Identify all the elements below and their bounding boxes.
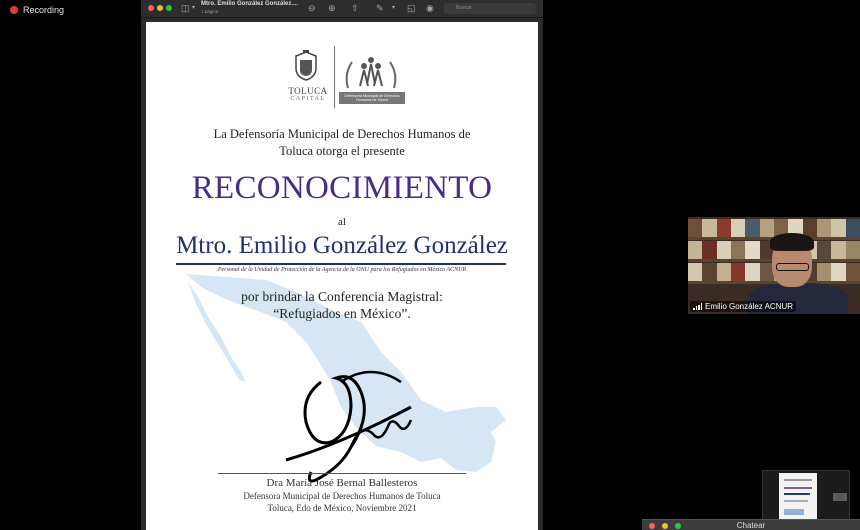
markup-icon[interactable]: ✎ xyxy=(376,2,384,14)
recording-dot-icon xyxy=(10,6,18,14)
reason-line-1: por brindar la Conferencia Magistral: xyxy=(241,289,443,304)
zoom-out-icon[interactable]: ⊖ xyxy=(308,2,316,14)
markup-chevron-icon[interactable]: ▾ xyxy=(392,2,395,14)
toluca-crest-icon xyxy=(295,50,317,81)
recipient-position: Personal de la Unidad de Protección de l… xyxy=(217,267,467,273)
participant-name-label: Emilio González ACNUR xyxy=(690,301,797,312)
share-icon[interactable]: ⇧ xyxy=(351,2,359,14)
minimize-window-button[interactable] xyxy=(157,5,163,11)
chevron-down-icon[interactable]: ▾ xyxy=(192,2,195,14)
reason-text: por brindar la Conferencia Magistral: “R… xyxy=(146,288,538,322)
connector-text: al xyxy=(338,216,346,228)
recipient-name: Mtro. Emilio González González xyxy=(176,232,508,259)
recipient-underline xyxy=(176,263,506,265)
rotate-icon[interactable]: ◱ xyxy=(407,2,416,14)
intro-line-2: Toluca otorga el presente xyxy=(279,144,405,158)
participant-name: Emilio González ACNUR xyxy=(705,302,794,311)
capital-logo-text: CAPITAL xyxy=(290,96,326,102)
signer-title: Defensora Municipal de Derechos Humanos … xyxy=(243,491,441,501)
thumbnail-document xyxy=(779,473,817,519)
close-window-button[interactable] xyxy=(148,5,154,11)
toluca-logo-text: TOLUCA xyxy=(288,86,328,96)
signature-line xyxy=(218,473,466,474)
chat-label: Chatear xyxy=(736,521,766,530)
human-rights-logo-band: Defensoría Municipal de Derechos Humanos… xyxy=(339,92,405,104)
zoom-window-button[interactable] xyxy=(166,5,172,11)
signer-block: Dra María José Bernal Ballesteros Defens… xyxy=(146,477,538,514)
reason-line-2: “Refugiados en México”. xyxy=(273,306,411,321)
header-logos: TOLUCA CAPITAL Defensoría Municipal de D… xyxy=(282,46,406,110)
bookshelf-row xyxy=(688,219,860,237)
search-input[interactable]: Buscar xyxy=(444,3,536,14)
signer-name: Dra María José Bernal Ballesteros xyxy=(266,477,418,489)
chat-window-bar[interactable]: Chatear xyxy=(642,519,860,530)
annotate-icon[interactable]: ◉ xyxy=(426,2,434,14)
place-date: Toluca, Edo de México, Noviembre 2021 xyxy=(267,503,417,513)
recording-indicator: Recording xyxy=(10,5,64,15)
viewer-toolbar: ◫ ▾ Mtro. Emilio González González.... 1… xyxy=(141,0,543,18)
sidebar-icon[interactable]: ◫ xyxy=(181,2,190,14)
zoom-in-icon[interactable]: ⊕ xyxy=(328,2,336,14)
intro-line-1: La Defensoría Municipal de Derechos Huma… xyxy=(213,127,471,141)
intro-text: La Defensoría Municipal de Derechos Huma… xyxy=(146,126,538,160)
person-hair xyxy=(770,233,814,251)
logo-divider xyxy=(334,46,335,108)
recording-label: Recording xyxy=(23,5,65,15)
thumbnail-side-icon xyxy=(833,493,847,501)
person-glasses xyxy=(776,263,809,271)
certificate-page: TOLUCA CAPITAL Defensoría Municipal de D… xyxy=(146,22,538,530)
participant-video-tile[interactable]: Emilio González ACNUR xyxy=(688,217,860,314)
shared-screen-thumbnail[interactable] xyxy=(762,470,850,520)
document-title: Mtro. Emilio González González.... xyxy=(201,1,299,7)
human-rights-emblem-icon xyxy=(345,57,397,89)
document-page-count: 1 página xyxy=(201,9,219,14)
certificate-title: RECONOCIMIENTO xyxy=(191,170,493,206)
handwritten-signature xyxy=(285,370,413,483)
signal-strength-icon xyxy=(693,303,702,310)
